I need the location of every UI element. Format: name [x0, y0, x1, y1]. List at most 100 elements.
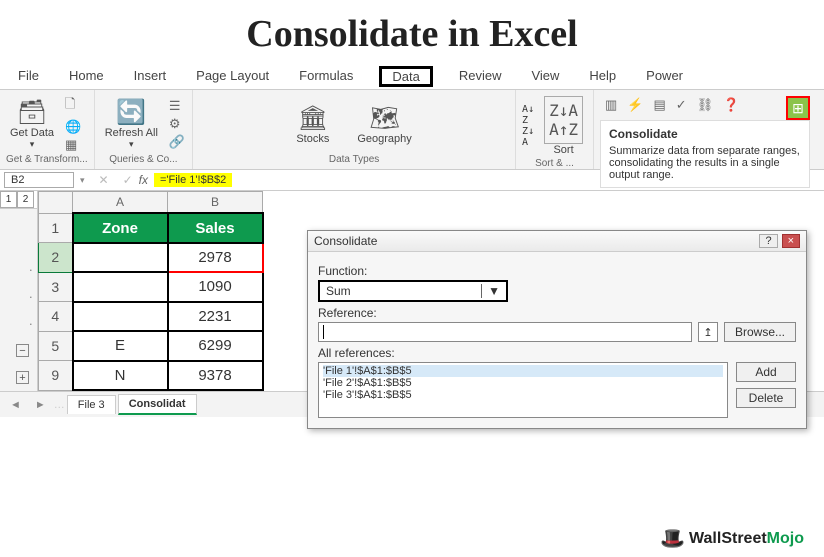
- sheet-tab-consolidate[interactable]: Consolidat: [118, 394, 197, 415]
- tab-file[interactable]: File: [14, 66, 43, 87]
- brand-text-b: Mojo: [767, 530, 804, 547]
- formula-value[interactable]: ='File 1'!$B$2: [154, 173, 232, 187]
- cell-b4[interactable]: 2231: [168, 302, 263, 331]
- function-label: Function:: [318, 264, 796, 278]
- header-sales[interactable]: Sales: [168, 213, 263, 242]
- row-header-1[interactable]: 1: [39, 213, 73, 242]
- sort-button[interactable]: Z↓AA↑Z Sort: [540, 94, 587, 158]
- tab-help[interactable]: Help: [585, 66, 620, 87]
- cell-a4[interactable]: [73, 302, 168, 331]
- cell-grid[interactable]: A B 1 Zone Sales 2 2978 3 1090 4 2231 5 …: [38, 191, 264, 391]
- tab-formulas[interactable]: Formulas: [295, 66, 357, 87]
- geography-button[interactable]: 🗺 Geography: [353, 102, 415, 147]
- table-row: 3 1090: [39, 272, 263, 301]
- consolidate-dialog: Consolidate ? × Function: Sum ▼ Referenc…: [307, 230, 807, 429]
- cell-a3[interactable]: [73, 272, 168, 301]
- list-item[interactable]: 'File 1'!$A$1:$B$5: [323, 365, 723, 377]
- from-table-icon[interactable]: ▦: [65, 137, 81, 153]
- all-references-label: All references:: [318, 346, 796, 360]
- enter-icon[interactable]: ✓: [123, 173, 133, 187]
- text-to-columns-icon[interactable]: ▥: [605, 97, 617, 113]
- name-box[interactable]: B2: [4, 172, 74, 188]
- properties-icon[interactable]: ⚙: [169, 116, 185, 132]
- add-button[interactable]: Add: [736, 362, 796, 382]
- row-header-4[interactable]: 4: [39, 302, 73, 331]
- delete-button[interactable]: Delete: [736, 388, 796, 408]
- section-data-types: Data Types: [199, 154, 509, 165]
- tooltip-title: Consolidate: [609, 127, 801, 141]
- function-value: Sum: [326, 284, 351, 298]
- function-select[interactable]: Sum ▼: [318, 280, 508, 302]
- from-text-icon[interactable]: 🗋: [65, 95, 81, 117]
- dialog-title: Consolidate: [314, 234, 377, 248]
- browse-button[interactable]: Browse...: [724, 322, 796, 342]
- row-header-5[interactable]: 5: [39, 331, 73, 360]
- cell-b9[interactable]: 9378: [168, 361, 263, 391]
- remove-dup-icon[interactable]: ▤: [653, 97, 665, 113]
- section-get-transform: Get & Transform...: [6, 154, 88, 165]
- consolidate-button[interactable]: ⊞: [786, 96, 810, 120]
- relationships-icon[interactable]: ⛓: [697, 97, 714, 113]
- cell-b3[interactable]: 1090: [168, 272, 263, 301]
- refresh-icon: 🔄: [116, 98, 146, 127]
- edit-links-icon[interactable]: 🔗: [169, 134, 185, 150]
- tab-insert[interactable]: Insert: [130, 66, 171, 87]
- name-box-drop-icon[interactable]: ▾: [80, 175, 85, 186]
- tab-power[interactable]: Power: [642, 66, 687, 87]
- sort-za-button[interactable]: Z↓A: [522, 126, 534, 148]
- outline-level-2[interactable]: 2: [17, 191, 34, 208]
- sort-icon: Z↓AA↑Z: [544, 96, 583, 144]
- tab-nav-prev[interactable]: ◄: [4, 397, 27, 413]
- tab-nav-next[interactable]: ►: [29, 397, 52, 413]
- col-header-b[interactable]: B: [168, 192, 263, 214]
- outline-level-1[interactable]: 1: [0, 191, 17, 208]
- tab-page-layout[interactable]: Page Layout: [192, 66, 273, 87]
- cell-b5[interactable]: 6299: [168, 331, 263, 360]
- stocks-button[interactable]: 🏛 Stocks: [292, 102, 333, 147]
- row-header-9[interactable]: 9: [39, 361, 73, 391]
- table-row: 9 N 9378: [39, 361, 263, 391]
- list-item[interactable]: 'File 2'!$A$1:$B$5: [323, 377, 723, 389]
- from-web-icon[interactable]: 🌐: [65, 119, 81, 135]
- row-header-3[interactable]: 3: [39, 272, 73, 301]
- cancel-icon[interactable]: ✕: [99, 173, 109, 187]
- queries-icon[interactable]: ☰: [169, 98, 185, 114]
- sheet-tab-file3[interactable]: File 3: [67, 395, 116, 414]
- consolidate-tooltip: Consolidate Summarize data from separate…: [600, 120, 810, 188]
- cell-a2[interactable]: [73, 243, 168, 272]
- outline-expand-button[interactable]: +: [16, 371, 29, 384]
- sort-label: Sort: [553, 144, 573, 156]
- dialog-help-button[interactable]: ?: [759, 234, 777, 248]
- section-sort-filter: Sort & ...: [522, 158, 587, 169]
- sort-az-button[interactable]: A↓Z: [522, 104, 534, 126]
- page-title: Consolidate in Excel: [0, 0, 824, 64]
- geography-icon: 🗺: [369, 104, 399, 133]
- all-references-list[interactable]: 'File 1'!$A$1:$B$5 'File 2'!$A$1:$B$5 'F…: [318, 362, 728, 418]
- chevron-down-icon: ▼: [481, 284, 500, 298]
- refresh-all-button[interactable]: 🔄 Refresh All▾: [101, 96, 162, 152]
- list-item[interactable]: 'File 3'!$A$1:$B$5: [323, 389, 723, 401]
- outline-collapse-button[interactable]: −: [16, 344, 29, 357]
- tab-view[interactable]: View: [527, 66, 563, 87]
- cell-a9[interactable]: N: [73, 361, 168, 391]
- tab-data[interactable]: Data: [379, 66, 432, 87]
- reference-input[interactable]: [318, 322, 692, 342]
- header-zone[interactable]: Zone: [73, 213, 168, 242]
- flash-fill-icon[interactable]: ⚡: [627, 97, 643, 113]
- fx-icon[interactable]: fx: [139, 173, 148, 187]
- brand-text-a: WallStreet: [689, 530, 767, 547]
- what-if-icon[interactable]: ❓: [723, 97, 739, 113]
- tab-home[interactable]: Home: [65, 66, 108, 87]
- get-data-button[interactable]: 🗃 Get Data▾: [6, 96, 58, 152]
- dialog-close-button[interactable]: ×: [782, 234, 800, 248]
- cell-b2[interactable]: 2978: [168, 243, 263, 272]
- tab-review[interactable]: Review: [455, 66, 506, 87]
- row-header-2[interactable]: 2: [39, 243, 73, 272]
- outline-pane: 1 2 · · · − +: [0, 191, 38, 391]
- consolidate-icon: ⊞: [792, 100, 804, 117]
- cell-a5[interactable]: E: [73, 331, 168, 360]
- data-validation-icon[interactable]: ✓: [676, 97, 687, 113]
- col-header-a[interactable]: A: [73, 192, 168, 214]
- reference-label: Reference:: [318, 306, 796, 320]
- collapse-dialog-button[interactable]: ↥: [698, 322, 718, 342]
